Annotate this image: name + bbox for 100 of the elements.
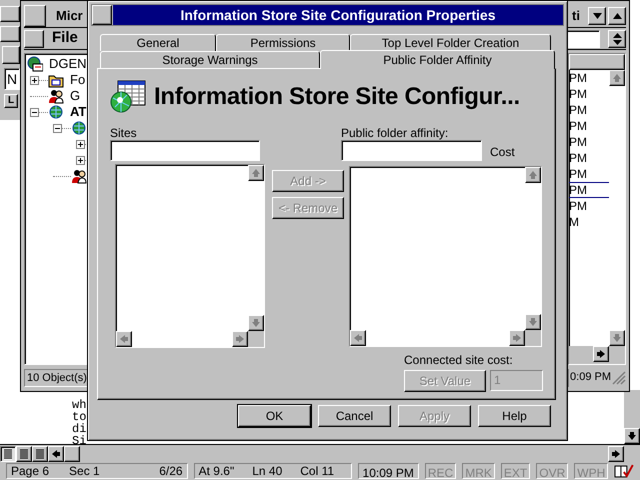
time-cell: PM xyxy=(569,182,609,198)
field-label: Connected site cost: xyxy=(404,352,514,367)
list-box[interactable] xyxy=(115,164,265,348)
expand-icon[interactable] xyxy=(30,76,39,84)
arrow-up-icon xyxy=(528,170,538,180)
tab[interactable]: General xyxy=(100,34,216,51)
outline-view-icon xyxy=(35,448,45,458)
scroll-right-button[interactable] xyxy=(509,330,525,346)
scroll-down-button[interactable] xyxy=(624,428,640,444)
globe-icon xyxy=(71,120,87,136)
scroll-left-button[interactable] xyxy=(48,446,64,462)
document-line: Si xyxy=(72,435,86,447)
system-menu-box[interactable] xyxy=(24,30,44,48)
font-field[interactable]: N xyxy=(4,68,20,90)
arrow-right-icon xyxy=(512,333,522,343)
scroll-corner xyxy=(525,330,541,346)
time-cell-text: M xyxy=(569,214,580,230)
time-cell-text: PM xyxy=(569,118,588,134)
tab-stop-button[interactable]: L xyxy=(4,94,18,108)
arrow-down-icon xyxy=(251,318,261,328)
affinity-input[interactable] xyxy=(341,140,482,161)
time-cell-text: PM xyxy=(569,70,588,86)
scroll-up-button[interactable] xyxy=(609,70,625,86)
scroll-corner xyxy=(248,331,264,347)
scroll-down-button[interactable] xyxy=(609,330,625,346)
mode-indicator: OVR xyxy=(536,463,568,479)
dialog-button[interactable]: Cancel xyxy=(318,405,391,427)
line-number: Ln 40 xyxy=(252,463,282,480)
time-cell-text: PM xyxy=(569,150,588,166)
system-menu-box[interactable] xyxy=(0,6,20,22)
arrow-left-icon xyxy=(353,333,363,343)
expand-icon[interactable] xyxy=(76,140,85,148)
system-menu-box[interactable] xyxy=(92,5,112,25)
scroll-left-button[interactable] xyxy=(116,331,132,347)
scroll-thumb[interactable] xyxy=(64,446,80,462)
time-cell-text: PM xyxy=(569,134,588,150)
system-menu-box[interactable] xyxy=(0,26,20,42)
book-check-icon xyxy=(614,463,634,479)
scroll-right-button[interactable] xyxy=(232,331,248,347)
section-number: Sec 1 xyxy=(69,463,100,480)
arrow-right-icon xyxy=(611,448,621,458)
time-cell-text: PM xyxy=(569,86,588,102)
scroll-up-button[interactable] xyxy=(248,165,264,181)
scroll-down-button[interactable] xyxy=(248,315,264,331)
time-cell-text: PM xyxy=(569,198,588,214)
page-count: 6/26 xyxy=(159,463,183,480)
time-cell-text: PM xyxy=(569,102,588,118)
arrow-down-icon xyxy=(528,317,538,327)
restore-button[interactable] xyxy=(608,30,626,48)
scroll-left-button[interactable] xyxy=(350,330,366,346)
document-line: di xyxy=(72,423,86,435)
view-button[interactable] xyxy=(0,446,16,462)
site-icon xyxy=(27,56,43,72)
people-icon xyxy=(48,88,64,104)
dialog-button[interactable]: Help xyxy=(478,405,551,427)
menu-item[interactable]: File xyxy=(52,27,78,50)
window-title: ti xyxy=(572,6,580,25)
document-line: to xyxy=(72,411,86,423)
arrow-up-icon xyxy=(251,168,261,178)
mode-indicator: EXT xyxy=(500,463,530,479)
expand-icon[interactable] xyxy=(76,156,85,164)
list-box[interactable] xyxy=(349,166,542,347)
toolbar-button[interactable] xyxy=(2,46,20,64)
collapse-icon[interactable] xyxy=(30,108,39,116)
mode-indicator: REC xyxy=(424,463,456,479)
page-view-icon xyxy=(19,448,29,458)
page-heading: Information Store Site Configur... xyxy=(154,82,520,112)
field-label: Sites xyxy=(110,125,138,140)
tab[interactable]: Public Folder Affinity xyxy=(320,50,555,69)
normal-view-icon xyxy=(3,448,13,458)
arrow-right-icon xyxy=(235,334,245,344)
minimize-button[interactable] xyxy=(588,6,606,24)
arrow-left-icon xyxy=(119,334,129,344)
mode-indicator: MRK xyxy=(462,463,495,479)
position-indicator: At 9.6" xyxy=(198,463,234,480)
arrow-down-icon xyxy=(612,333,622,343)
system-menu-box[interactable] xyxy=(24,4,46,26)
column-number: Col 11 xyxy=(300,463,334,480)
arrow-left-icon xyxy=(51,448,61,458)
column-header[interactable] xyxy=(569,54,625,70)
window-title: Micr xyxy=(56,6,83,25)
scroll-up-button[interactable] xyxy=(525,167,541,183)
dialog-title: Information Store Site Configuration Properties xyxy=(113,5,563,25)
tab[interactable]: Top Level Folder Creation xyxy=(350,34,551,51)
resize-grip-icon xyxy=(612,371,626,385)
triangle-down-icon xyxy=(592,12,602,18)
tab[interactable]: Permissions xyxy=(216,34,350,51)
dialog-button[interactable]: OK xyxy=(238,405,311,427)
column-label: Cost xyxy=(490,144,515,161)
mode-indicator: WPH xyxy=(574,463,608,479)
scroll-right-button[interactable] xyxy=(608,446,624,462)
tab[interactable]: Storage Warnings xyxy=(100,51,320,68)
maximize-button[interactable] xyxy=(608,6,626,24)
collapse-icon[interactable] xyxy=(53,124,62,132)
globe-icon xyxy=(48,104,64,120)
arrow-right-icon xyxy=(596,349,606,359)
up-down-arrow-icon xyxy=(612,32,622,44)
scroll-down-button[interactable] xyxy=(525,314,541,330)
scroll-right-button[interactable] xyxy=(593,346,609,362)
sites-input[interactable] xyxy=(110,140,260,161)
